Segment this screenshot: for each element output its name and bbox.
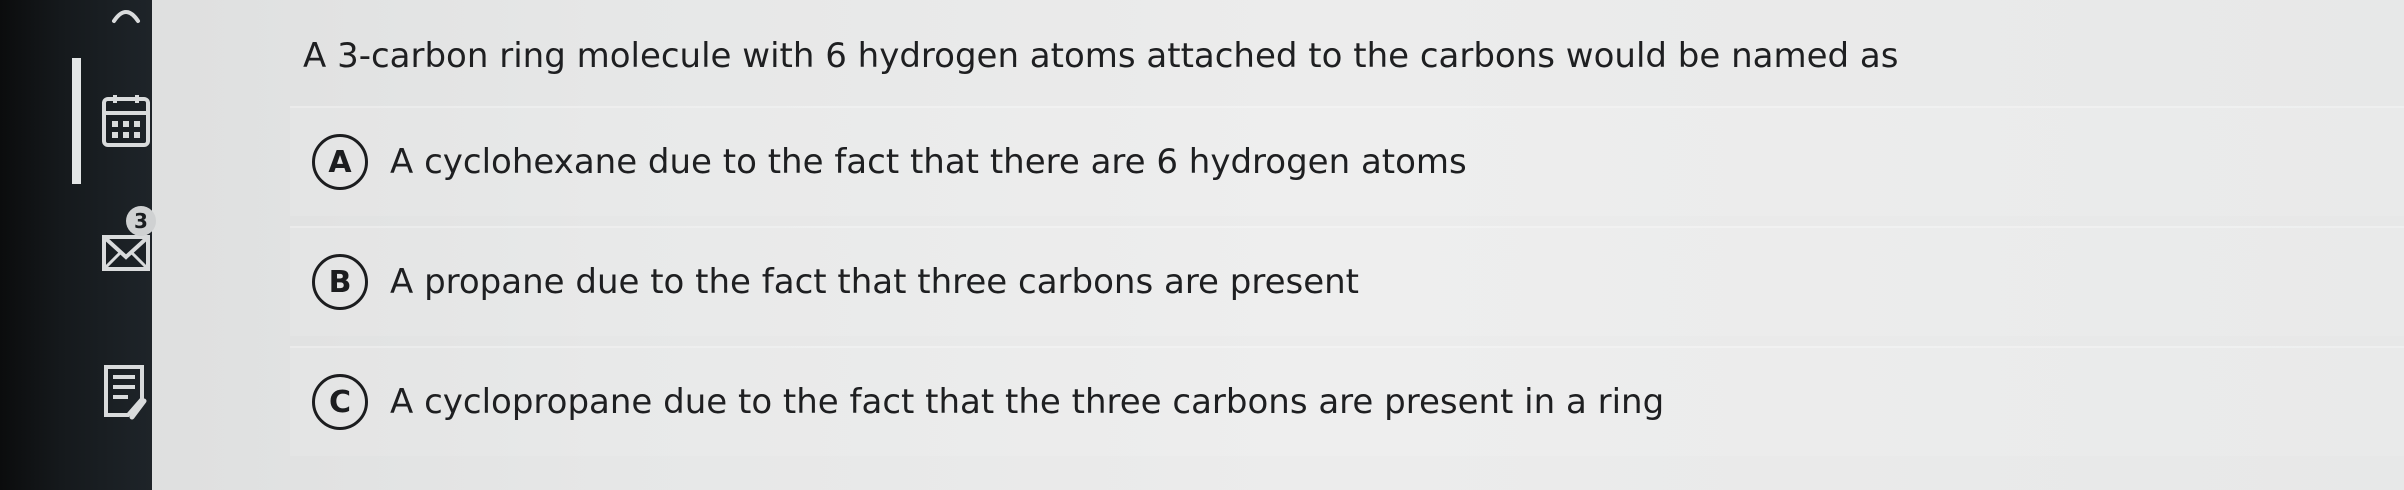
- sidebar: 3: [0, 0, 156, 490]
- sidebar-item-notes[interactable]: [96, 356, 156, 426]
- option-b[interactable]: B A propane due to the fact that three c…: [290, 226, 2404, 336]
- sidebar-item-calendar[interactable]: [96, 86, 156, 156]
- option-a[interactable]: A A cyclohexane due to the fact that the…: [290, 106, 2404, 216]
- option-letter: A: [312, 134, 368, 190]
- option-c[interactable]: C A cyclopropane due to the fact that th…: [290, 346, 2404, 456]
- calendar-icon: [102, 95, 150, 147]
- option-text: A propane due to the fact that three car…: [390, 262, 1360, 302]
- active-indicator: [72, 58, 81, 184]
- option-letter: B: [312, 254, 368, 310]
- sidebar-item-close[interactable]: [96, 0, 156, 30]
- option-text: A cyclopropane due to the fact that the …: [390, 382, 1665, 422]
- option-letter: C: [312, 374, 368, 430]
- close-icon: [112, 10, 140, 23]
- question-panel: A 3-carbon ring molecule with 6 hydrogen…: [290, 0, 2404, 490]
- question-text: A 3-carbon ring molecule with 6 hydrogen…: [303, 36, 1899, 76]
- mail-icon: [102, 235, 150, 271]
- notes-icon: [104, 365, 147, 420]
- screen: 3 A 3-carbon ring molecule with 6 hydrog…: [0, 0, 2404, 490]
- mail-badge: 3: [126, 206, 156, 236]
- option-text: A cyclohexane due to the fact that there…: [390, 142, 1467, 182]
